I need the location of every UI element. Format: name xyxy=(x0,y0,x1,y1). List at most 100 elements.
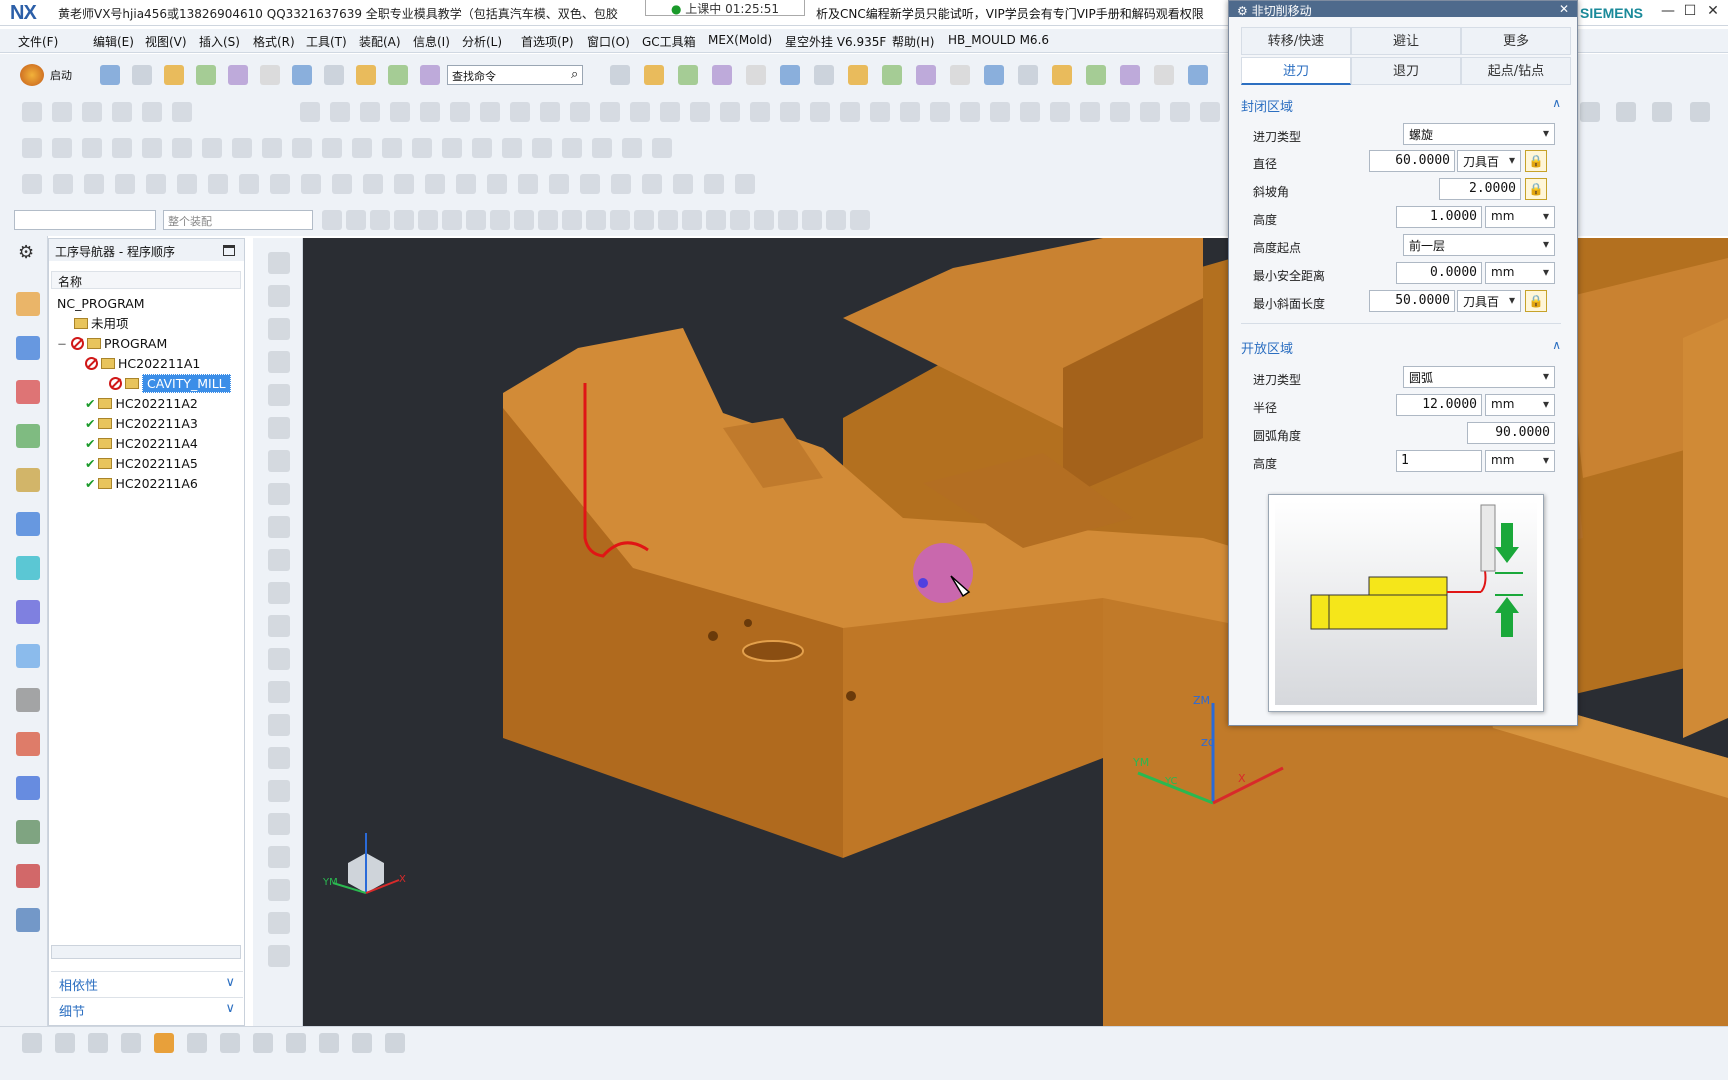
secondary-tool-icon[interactable] xyxy=(268,714,290,736)
secondary-tool-icon[interactable] xyxy=(268,846,290,868)
toolbar-button-icon[interactable] xyxy=(208,174,228,194)
toolbar-button-icon[interactable] xyxy=(420,102,440,122)
secondary-tool-icon[interactable] xyxy=(268,813,290,835)
tab-bottom-2[interactable]: 起点/钻点 xyxy=(1461,57,1571,85)
secondary-tool-icon[interactable] xyxy=(268,879,290,901)
menu-item[interactable]: 格式(R) xyxy=(253,33,295,50)
toolbar-button-icon[interactable] xyxy=(930,102,950,122)
toolbar-button-icon[interactable] xyxy=(322,210,342,230)
toolbar-button-icon[interactable] xyxy=(916,65,936,85)
resource-bar-icon[interactable] xyxy=(16,776,40,800)
toolbar-button-icon[interactable] xyxy=(562,138,582,158)
toolbar-button-icon[interactable] xyxy=(112,138,132,158)
resource-bar-icon[interactable] xyxy=(16,688,40,712)
menu-item[interactable]: GC工具箱 xyxy=(642,33,696,50)
minimize-icon[interactable]: — xyxy=(1658,3,1678,21)
chevron-up-icon[interactable]: ∧ xyxy=(1552,96,1561,110)
tree-item-hc202211a2[interactable]: ✔ HC202211A2 xyxy=(85,395,198,413)
menu-item[interactable]: 分析(L) xyxy=(462,33,502,50)
toolbar-button-icon[interactable] xyxy=(984,65,1004,85)
toolbar-button-icon[interactable] xyxy=(642,174,662,194)
toolbar-button-icon[interactable] xyxy=(466,210,486,230)
bottom-toolbar-icon[interactable] xyxy=(253,1033,273,1053)
toolbar-button-icon[interactable] xyxy=(514,210,534,230)
secondary-tool-icon[interactable] xyxy=(268,945,290,967)
toolbar-button-icon[interactable] xyxy=(673,174,693,194)
resource-bar-icon[interactable] xyxy=(16,600,40,624)
menu-item[interactable]: 帮助(H) xyxy=(892,33,934,50)
toolbar-button-icon[interactable] xyxy=(239,174,259,194)
toolbar-button-icon[interactable] xyxy=(112,102,132,122)
toolbar-button-icon[interactable] xyxy=(390,102,410,122)
bottom-toolbar-icon[interactable] xyxy=(319,1033,339,1053)
search-icon[interactable]: ⌕ xyxy=(571,67,578,82)
toolbar-button-icon[interactable] xyxy=(586,210,606,230)
toolbar-button-icon[interactable] xyxy=(780,65,800,85)
toolbar-button-icon[interactable] xyxy=(1690,102,1710,122)
toolbar-button-icon[interactable] xyxy=(882,65,902,85)
toolbar-button-icon[interactable] xyxy=(1110,102,1130,122)
toolbar-button-icon[interactable] xyxy=(52,102,72,122)
toolbar-button-icon[interactable] xyxy=(746,65,766,85)
arc-angle-input[interactable]: 90.0000 xyxy=(1467,422,1555,444)
toolbar-button-icon[interactable] xyxy=(115,174,135,194)
toolbar-button-icon[interactable] xyxy=(634,210,654,230)
tree-root[interactable]: NC_PROGRAM xyxy=(57,295,145,313)
toolbar-button-icon[interactable] xyxy=(510,102,530,122)
toolbar-button-icon[interactable] xyxy=(260,65,280,85)
start-label[interactable]: 启动 xyxy=(50,67,72,83)
min-safe-distance-input[interactable]: 0.0000 xyxy=(1396,262,1482,284)
radius-input[interactable]: 12.0000 xyxy=(1396,394,1482,416)
toolbar-button-icon[interactable] xyxy=(1170,102,1190,122)
toolbar-button-icon[interactable] xyxy=(330,102,350,122)
toolbar-button-icon[interactable] xyxy=(346,210,366,230)
resource-bar-icon[interactable] xyxy=(16,292,40,316)
tab-top-2[interactable]: 更多 xyxy=(1461,27,1571,55)
tree-item-program[interactable]: － PROGRAM xyxy=(57,335,167,353)
menu-item[interactable]: 装配(A) xyxy=(359,33,401,50)
bottom-toolbar-icon[interactable] xyxy=(22,1033,42,1053)
toolbar-button-icon[interactable] xyxy=(682,210,702,230)
toolbar-button-icon[interactable] xyxy=(730,210,750,230)
toolbar-button-icon[interactable] xyxy=(300,102,320,122)
toolbar-button-icon[interactable] xyxy=(388,65,408,85)
toolbar-button-icon[interactable] xyxy=(202,138,222,158)
bottom-toolbar-icon[interactable] xyxy=(187,1033,207,1053)
toolbar-button-icon[interactable] xyxy=(848,65,868,85)
bottom-toolbar-icon[interactable] xyxy=(220,1033,240,1053)
toolbar-button-icon[interactable] xyxy=(1018,65,1038,85)
menu-item[interactable]: 信息(I) xyxy=(413,33,450,50)
toolbar-button-icon[interactable] xyxy=(754,210,774,230)
toolbar-button-icon[interactable] xyxy=(420,65,440,85)
toolbar-button-icon[interactable] xyxy=(228,65,248,85)
dependency-panel[interactable]: 相依性 ∨ xyxy=(51,971,243,994)
toolbar-button-icon[interactable] xyxy=(382,138,402,158)
toolbar-button-icon[interactable] xyxy=(720,102,740,122)
toolbar-button-icon[interactable] xyxy=(610,210,630,230)
diameter-input[interactable]: 60.0000 xyxy=(1369,150,1455,172)
menu-item[interactable]: 星空外挂 V6.935F xyxy=(785,33,886,50)
toolbar-button-icon[interactable] xyxy=(540,102,560,122)
toolbar-button-icon[interactable] xyxy=(658,210,678,230)
toolbar-button-icon[interactable] xyxy=(425,174,445,194)
toolbar-button-icon[interactable] xyxy=(487,174,507,194)
bottom-toolbar-icon[interactable] xyxy=(154,1033,174,1053)
toolbar-button-icon[interactable] xyxy=(850,210,870,230)
toolbar-button-icon[interactable] xyxy=(580,174,600,194)
resource-bar-icon[interactable] xyxy=(16,380,40,404)
toolbar-button-icon[interactable] xyxy=(610,65,630,85)
toolbar-button-icon[interactable] xyxy=(660,102,680,122)
height-from-select[interactable]: 前一层 xyxy=(1403,234,1555,256)
tree-item-hc202211a3[interactable]: ✔ HC202211A3 xyxy=(85,415,198,433)
dialog-title-bar[interactable]: ⚙ 非切削移动 ✕ xyxy=(1229,1,1577,17)
secondary-tool-icon[interactable] xyxy=(268,912,290,934)
secondary-tool-icon[interactable] xyxy=(268,417,290,439)
lock-icon[interactable]: 🔒 xyxy=(1525,290,1547,312)
toolbar-button-icon[interactable] xyxy=(52,138,72,158)
toolbar-button-icon[interactable] xyxy=(356,65,376,85)
toolbar-button-icon[interactable] xyxy=(562,210,582,230)
toolbar-button-icon[interactable] xyxy=(900,102,920,122)
secondary-tool-icon[interactable] xyxy=(268,648,290,670)
chevron-up-icon[interactable]: ∧ xyxy=(1552,338,1561,352)
tab-bottom-0[interactable]: 进刀 xyxy=(1241,57,1351,85)
